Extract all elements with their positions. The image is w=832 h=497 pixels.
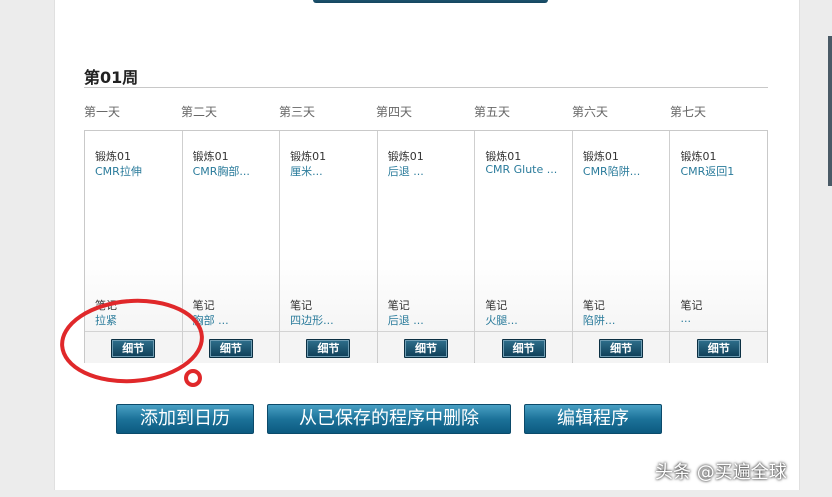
divider — [84, 87, 768, 88]
detail-strip: 细节 — [85, 331, 182, 363]
remove-from-saved-button[interactable]: 从已保存的程序中删除 — [267, 404, 511, 434]
notes-link[interactable]: 四边形... — [290, 312, 334, 328]
details-button-day-2[interactable]: 细节 — [208, 339, 253, 358]
workout-name-link[interactable]: CMR拉伸 — [95, 163, 142, 179]
workout-label: 锻炼01 — [680, 150, 717, 163]
workout-name-link[interactable]: 后退 ... — [388, 163, 424, 179]
details-button-day-7[interactable]: 细节 — [696, 339, 741, 358]
week-title: 第01周 — [84, 68, 139, 87]
day-label-1: 第一天 — [84, 105, 121, 119]
day-label-4: 第四天 — [376, 105, 413, 119]
week-schedule-grid: 锻炼01 CMR拉伸 笔记 拉紧 细节 锻炼01 CMR胸部... 笔记 胸部 … — [84, 130, 768, 363]
notes-label: 笔记 — [485, 299, 508, 312]
notes-label: 笔记 — [290, 299, 313, 312]
details-button-day-3[interactable]: 细节 — [306, 339, 351, 358]
workout-label: 锻炼01 — [387, 150, 424, 163]
edit-program-button[interactable]: 编辑程序 — [524, 404, 662, 434]
day-label-3: 第三天 — [279, 105, 316, 119]
day-cell-7: 锻炼01 CMR返回1 笔记 ... 细节 — [670, 131, 768, 363]
workout-name-link[interactable]: CMR Glute ... — [485, 163, 557, 176]
workout-label: 锻炼01 — [290, 150, 327, 163]
workout-name-link[interactable]: CMR陷阱... — [583, 163, 640, 179]
detail-strip: 细节 — [670, 331, 768, 363]
notes-link[interactable]: ... — [680, 312, 691, 325]
day-cell-2: 锻炼01 CMR胸部... 笔记 胸部 ... 细节 — [182, 131, 281, 363]
details-button-day-5[interactable]: 细节 — [501, 339, 546, 358]
notes-link[interactable]: 后退 ... — [388, 312, 424, 328]
scrollbar[interactable] — [828, 36, 832, 186]
details-button-day-4[interactable]: 细节 — [404, 339, 449, 358]
day-label-6: 第六天 — [572, 105, 609, 119]
workout-label: 锻炼01 — [95, 150, 131, 163]
workout-label: 锻炼01 — [192, 150, 229, 163]
details-button-day-6[interactable]: 细节 — [599, 339, 644, 358]
add-to-calendar-button[interactable]: 添加到日历 — [116, 404, 254, 434]
notes-link[interactable]: 火腿... — [485, 312, 518, 328]
day-cell-5: 锻炼01 CMR Glute ... 笔记 火腿... 细节 — [475, 131, 573, 363]
details-button-day-1[interactable]: 细节 — [111, 339, 156, 358]
day-cell-6: 锻炼01 CMR陷阱... 笔记 陷阱... 细节 — [572, 131, 671, 363]
notes-label: 笔记 — [387, 299, 410, 312]
day-cell-4: 锻炼01 后退 ... 笔记 后退 ... 细节 — [377, 131, 476, 363]
notes-link[interactable]: 胸部 ... — [193, 312, 229, 328]
notes-label: 笔记 — [192, 299, 215, 312]
notes-label: 笔记 — [95, 299, 117, 312]
day-label-5: 第五天 — [474, 105, 511, 119]
detail-strip: 细节 — [572, 331, 670, 363]
workout-name-link[interactable]: CMR返回1 — [680, 163, 734, 179]
day-cell-1: 锻炼01 CMR拉伸 笔记 拉紧 细节 — [85, 131, 183, 363]
detail-strip: 细节 — [475, 331, 572, 363]
workout-label: 锻炼01 — [485, 150, 522, 163]
workout-name-link[interactable]: CMR胸部... — [193, 163, 250, 179]
notes-link[interactable]: 陷阱... — [583, 312, 616, 328]
watermark-text: 头条 @买遍全球 — [655, 462, 787, 483]
day-cell-3: 锻炼01 厘米... 笔记 四边形... 细节 — [280, 131, 378, 363]
detail-strip: 细节 — [280, 331, 377, 363]
notes-label: 笔记 — [582, 299, 605, 312]
notes-link[interactable]: 拉紧 — [95, 312, 117, 328]
detail-strip: 细节 — [377, 331, 475, 363]
workout-label: 锻炼01 — [582, 150, 619, 163]
day-label-2: 第二天 — [181, 105, 218, 119]
top-button-cropped[interactable] — [313, 0, 548, 3]
day-label-7: 第七天 — [670, 105, 707, 119]
detail-strip: 细节 — [182, 331, 280, 363]
workout-name-link[interactable]: 厘米... — [290, 163, 323, 179]
notes-label: 笔记 — [680, 299, 703, 312]
